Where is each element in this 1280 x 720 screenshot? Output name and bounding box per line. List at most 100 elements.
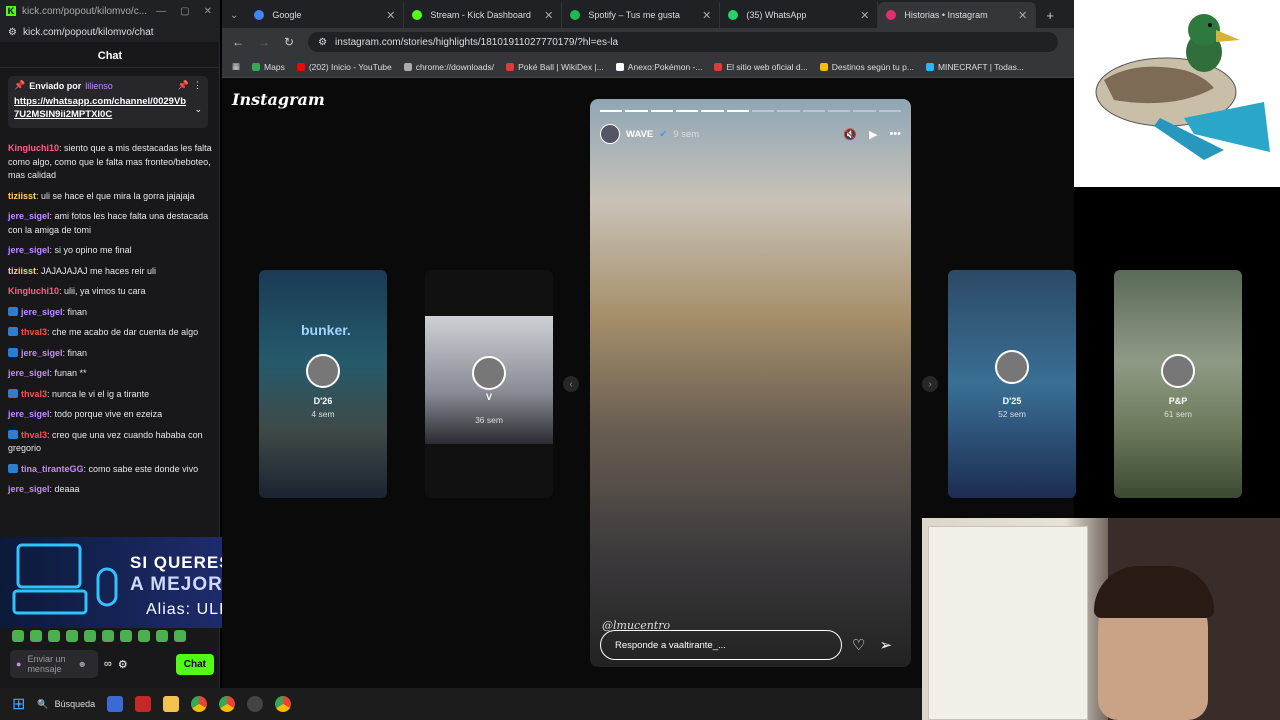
chat-send-button[interactable]: Chat — [175, 653, 214, 675]
forward-icon[interactable]: → — [258, 35, 270, 49]
chevron-down-icon[interactable]: ⌄ — [194, 104, 202, 115]
windows-start-icon[interactable]: ⊞ — [12, 694, 25, 714]
chat-username[interactable]: thval3 — [21, 430, 47, 440]
subscriber-badge-icon — [8, 306, 18, 316]
chat-username[interactable]: Kingluchi10 — [8, 143, 59, 153]
chrome-icon[interactable] — [219, 696, 236, 712]
chrome-profile-icon[interactable] — [275, 696, 292, 712]
task-view-icon[interactable] — [107, 696, 124, 712]
kick-url-bar[interactable]: ⚙ kick.com/popout/kilomvo/chat — [0, 22, 220, 42]
site-info-icon[interactable]: ⚙ — [8, 27, 17, 38]
settings-gear-icon[interactable]: ⚙ — [118, 658, 128, 671]
apps-grid-icon[interactable]: ▦ — [232, 61, 240, 72]
story-progress-segment — [751, 110, 775, 112]
emote-icon[interactable] — [174, 630, 186, 642]
chat-username[interactable]: jere_sigel — [8, 245, 50, 255]
chat-username[interactable]: tiziisst — [8, 266, 36, 276]
browser-tab[interactable]: Google ✕ — [246, 2, 405, 28]
address-bar[interactable]: ⚙ instagram.com/stories/highlights/18101… — [308, 32, 1058, 52]
pinned-message[interactable]: 📌 Enviado por lilienso 📌 ⋮ https://whats… — [8, 76, 208, 128]
chat-username[interactable]: thval3 — [21, 389, 47, 399]
browser-tab[interactable]: Historias • Instagram ✕ — [878, 2, 1037, 28]
emote-icon[interactable] — [48, 630, 60, 642]
bookmark-item[interactable]: Poké Ball | WikiDex |... — [506, 62, 604, 72]
instagram-logo[interactable]: Instagram — [232, 90, 325, 109]
bookmark-item[interactable]: El sitio web oficial d... — [714, 62, 808, 72]
unpin-icon[interactable]: 📌 — [178, 80, 189, 91]
story-avatar[interactable] — [600, 124, 620, 144]
emote-icon[interactable] — [138, 630, 150, 642]
chat-username[interactable]: jere_sigel — [21, 348, 63, 358]
emote-icon[interactable] — [156, 630, 168, 642]
close-tab-icon[interactable]: ✕ — [1018, 9, 1027, 22]
back-icon[interactable]: ← — [232, 35, 244, 49]
tab-search-icon[interactable]: ⌄ — [222, 2, 246, 28]
chat-username[interactable]: Kingluchi10 — [8, 286, 59, 296]
emote-icon[interactable] — [12, 630, 24, 642]
red-app-icon[interactable] — [135, 696, 152, 712]
minimize-icon[interactable]: — — [156, 6, 166, 17]
more-options-icon[interactable]: ••• — [889, 128, 901, 141]
search-icon: 🔍 — [37, 698, 49, 709]
chat-username[interactable]: jere_sigel — [8, 409, 50, 419]
active-story[interactable]: WAVE ✔ 9 sem 🔇 ▶ ••• @lmucentro Responde… — [590, 99, 911, 667]
close-tab-icon[interactable]: ✕ — [860, 9, 869, 22]
emote-icon[interactable] — [84, 630, 96, 642]
browser-tab[interactable]: Stream - Kick Dashboard ✕ — [404, 2, 563, 28]
site-info-icon[interactable]: ⚙ — [318, 37, 327, 48]
chat-message: Kingluchi10: ulii, ya vimos tu cara — [8, 285, 212, 299]
close-icon[interactable]: ✕ — [204, 6, 212, 17]
bookmark-item[interactable]: Anexo:Pokémon -... — [615, 62, 702, 72]
microphone-icon[interactable]: ● — [16, 659, 21, 669]
browser-tab[interactable]: (35) WhatsApp ✕ — [720, 2, 879, 28]
infinity-icon[interactable]: ∞ — [104, 658, 112, 670]
emoji-icon[interactable]: ☻ — [77, 659, 86, 669]
mute-icon[interactable]: 🔇 — [843, 128, 857, 141]
maximize-icon[interactable]: ▢ — [180, 6, 189, 17]
story-reply-input[interactable]: Responde a vaaltirante_... — [600, 630, 842, 660]
new-tab-icon[interactable]: + — [1036, 2, 1064, 28]
taskbar-search[interactable]: 🔍 Búsqueda — [37, 699, 95, 710]
bookmark-item[interactable]: (202) Inicio - YouTube — [296, 62, 392, 72]
next-story-icon[interactable]: › — [922, 376, 938, 392]
close-tab-icon[interactable]: ✕ — [544, 9, 553, 22]
browser-tab[interactable]: Spotify – Tus me gusta ✕ — [562, 2, 721, 28]
bookmark-item[interactable]: chrome://downloads/ — [403, 62, 494, 72]
like-heart-icon[interactable]: ♡ — [852, 636, 865, 654]
previous-story-icon[interactable]: ‹ — [563, 376, 579, 392]
avatar — [1161, 354, 1195, 388]
chrome-icon[interactable] — [191, 696, 208, 712]
story-thumb-2[interactable]: V 36 sem — [425, 270, 553, 498]
emote-icon[interactable] — [102, 630, 114, 642]
reload-icon[interactable]: ↻ — [284, 35, 294, 49]
chat-username[interactable]: tiziisst — [8, 191, 36, 201]
chat-username[interactable]: jere_sigel — [8, 368, 50, 378]
obs-icon[interactable] — [247, 696, 264, 712]
chat-message: jere_sigel: funan ** — [8, 367, 212, 381]
bookmark-item[interactable]: Maps — [252, 62, 285, 72]
chat-message: tiziisst: uli se hace el que mira la gor… — [8, 190, 212, 204]
chat-username[interactable]: jere_sigel — [8, 484, 50, 494]
chat-input[interactable]: ● Enviar un mensaje ☻ — [10, 650, 98, 678]
share-send-icon[interactable]: ➢ — [879, 636, 892, 654]
emote-icon[interactable] — [30, 630, 42, 642]
bookmark-item[interactable]: MINECRAFT | Todas... — [925, 62, 1024, 72]
story-user[interactable]: WAVE — [626, 129, 653, 140]
chat-username[interactable]: thval3 — [21, 327, 47, 337]
story-thumb-3[interactable]: D'25 52 sem — [948, 270, 1076, 498]
bookmark-item[interactable]: Destinos según tu p... — [819, 62, 914, 72]
pinned-link[interactable]: https://whatsapp.com/channel/0029Vb7U2MS… — [14, 95, 190, 121]
chat-username[interactable]: tina_tiranteGG — [21, 464, 84, 474]
story-thumb-4[interactable]: P&P 61 sem — [1114, 270, 1242, 498]
chat-username[interactable]: jere_sigel — [21, 307, 63, 317]
close-tab-icon[interactable]: ✕ — [386, 9, 395, 22]
more-options-icon[interactable]: ⋮ — [193, 80, 202, 91]
chat-username[interactable]: jere_sigel — [8, 211, 50, 221]
emote-icon[interactable] — [120, 630, 132, 642]
story-progress-segment — [878, 110, 901, 112]
play-icon[interactable]: ▶ — [869, 128, 877, 141]
file-explorer-icon[interactable] — [163, 696, 180, 712]
story-thumb-1[interactable]: bunker. D'26 4 sem — [259, 270, 387, 498]
close-tab-icon[interactable]: ✕ — [702, 9, 711, 22]
emote-icon[interactable] — [66, 630, 78, 642]
